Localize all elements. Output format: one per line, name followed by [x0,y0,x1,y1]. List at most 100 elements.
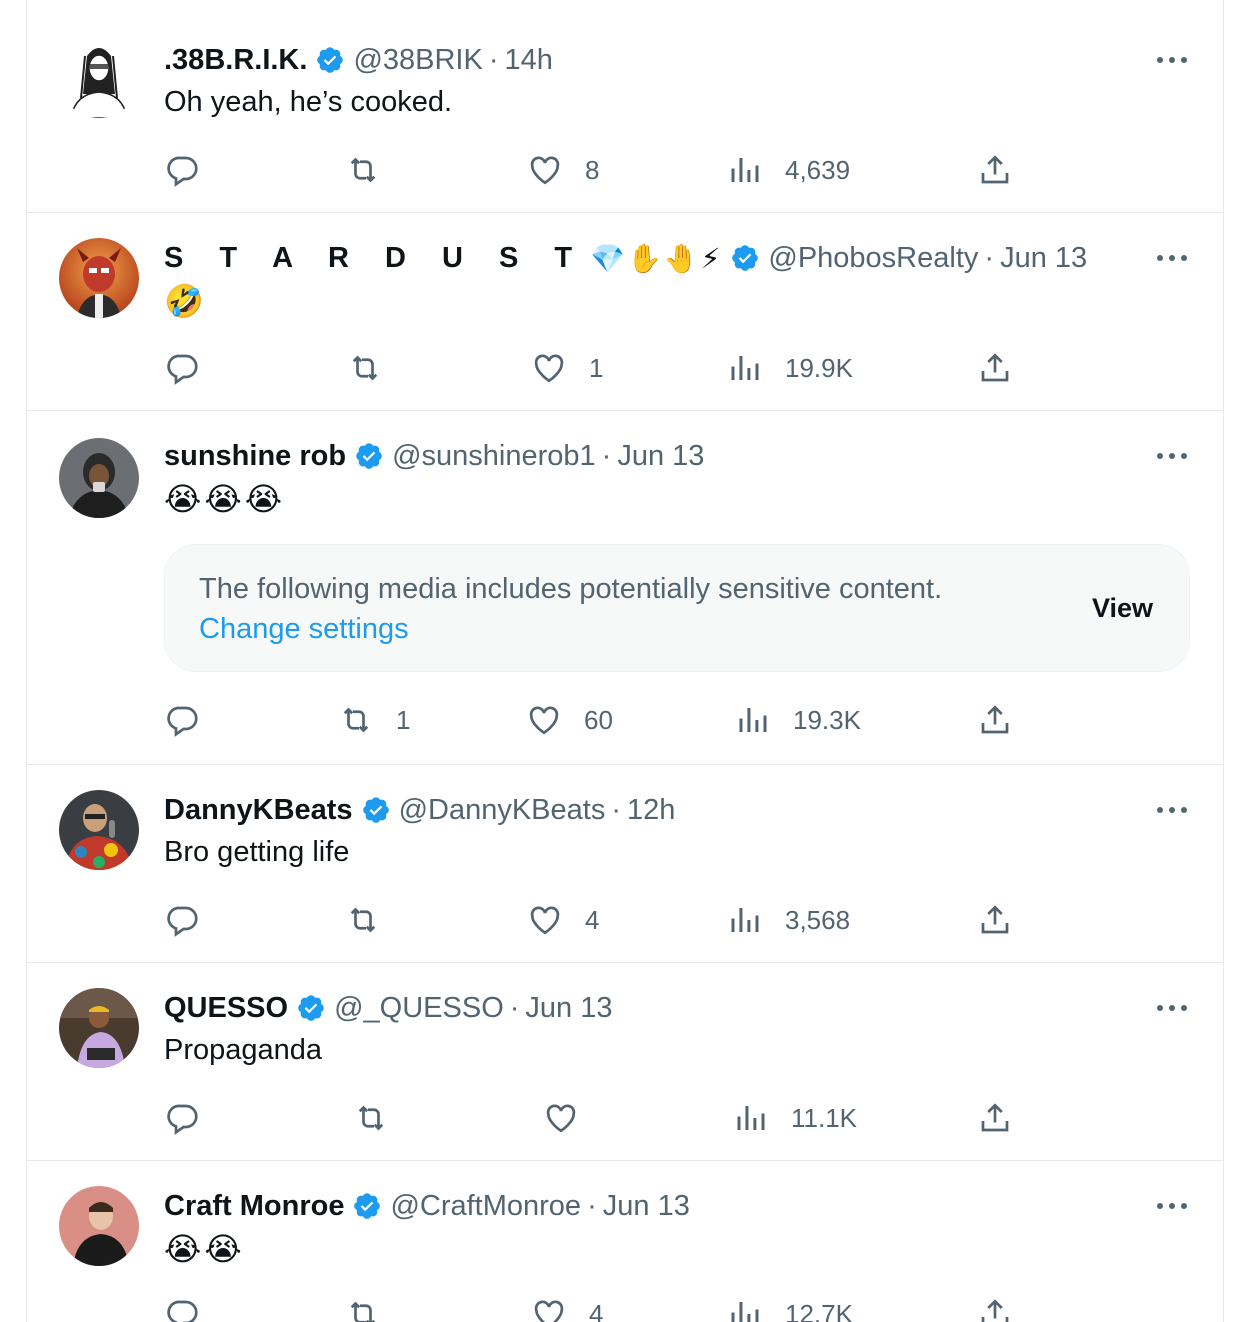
share-button[interactable] [977,1098,1013,1138]
timestamp[interactable]: 14h [505,44,553,77]
reply-icon [167,1300,198,1322]
change-settings-link[interactable]: Change settings [199,613,409,646]
tweet-actions: 4 12.7K [27,1294,1223,1322]
like-button[interactable]: 4 [527,900,599,940]
timestamp[interactable]: Jun 13 [603,1190,690,1223]
heart-icon [529,706,559,735]
reply-icon [167,354,198,385]
timestamp[interactable]: 12h [627,794,675,827]
display-name[interactable]: S T A R D U S T [164,242,586,275]
repost-button[interactable] [345,1294,403,1322]
like-button[interactable] [543,1098,601,1138]
views-button[interactable]: 11.1K [733,1098,857,1138]
sensitive-media-notice: The following media includes potentially… [164,544,1190,672]
tweet[interactable]: sunshine rob @sunshinerob1 · Jun 13 😭😭😭 … [27,410,1223,765]
repost-button[interactable] [347,348,405,388]
repost-icon [350,1301,376,1322]
verified-badge-icon [362,797,389,823]
tweet-actions: 4 3,568 [27,900,1223,940]
repost-icon [350,907,376,933]
reply-button[interactable] [164,348,222,388]
tweet[interactable]: QUESSO @_QUESSO · Jun 13 Propaganda 11.1… [27,962,1223,1161]
tweet[interactable]: Craft Monroe @CraftMonroe · Jun 13 😭😭 4 … [27,1160,1223,1322]
reply-button[interactable] [164,900,222,940]
more-options-icon[interactable] [1155,52,1189,68]
repost-icon [352,355,378,381]
share-button[interactable] [977,150,1013,190]
avatar[interactable] [59,38,139,118]
share-button[interactable] [977,700,1013,740]
tweet-emoji: 😭😭😭 [164,481,286,517]
user-handle[interactable]: @_QUESSO [334,992,504,1025]
user-handle[interactable]: @PhobosRealty [768,242,978,275]
share-icon [981,353,1009,382]
avatar[interactable] [59,1186,139,1266]
separator-dot: · [587,1189,597,1222]
user-handle[interactable]: @sunshinerob1 [392,440,596,473]
repost-button[interactable] [353,1098,411,1138]
tweet[interactable]: .38B.R.I.K. @38BRIK · 14h Oh yeah, he’s … [27,0,1223,213]
like-button[interactable]: 60 [526,700,613,740]
more-options-icon[interactable] [1155,250,1189,266]
views-button[interactable]: 3,568 [727,900,850,940]
repost-icon [358,1105,384,1131]
reply-button[interactable] [164,150,222,190]
photo-avatar-icon [59,438,139,518]
like-button[interactable]: 4 [531,1294,603,1322]
tweet-text: Propaganda [164,1034,323,1066]
user-handle[interactable]: @38BRIK [353,44,482,77]
reply-icon [167,1104,198,1135]
heart-icon [534,1300,564,1322]
avatar[interactable] [59,238,139,318]
user-handle[interactable]: @DannyKBeats [399,794,606,827]
tweet[interactable]: DannyKBeats @DannyKBeats · 12h Bro getti… [27,764,1223,963]
views-chart-icon [731,356,759,380]
like-count: 1 [589,352,604,383]
views-chart-icon [739,708,767,732]
reply-button[interactable] [164,700,222,740]
verified-badge-icon [317,47,344,73]
share-button[interactable] [977,900,1013,940]
tweet-text: Oh yeah, he’s cooked. [164,86,453,118]
views-button[interactable]: 12.7K [727,1294,853,1322]
reply-button[interactable] [164,1294,222,1322]
display-name[interactable]: sunshine rob [164,440,346,473]
tweet[interactable]: S T A R D U S T 💎✋🤚⚡ @PhobosRealty · Jun… [27,212,1223,411]
display-name[interactable]: Craft Monroe [164,1190,344,1223]
tweet-header: QUESSO @_QUESSO · Jun 13 [164,988,613,1028]
display-name[interactable]: DannyKBeats [164,794,353,827]
view-count: 12.7K [785,1298,853,1322]
view-count: 19.9K [785,352,853,383]
share-icon [981,155,1009,184]
separator-dot: · [601,439,612,472]
like-button[interactable]: 8 [527,150,599,190]
avatar[interactable] [59,988,139,1068]
timestamp[interactable]: Jun 13 [617,440,704,473]
share-button[interactable] [977,348,1013,388]
display-name[interactable]: QUESSO [164,992,288,1025]
repost-button[interactable] [345,150,403,190]
more-options-icon[interactable] [1155,448,1189,464]
reply-button[interactable] [164,1098,222,1138]
like-button[interactable]: 1 [531,348,603,388]
timestamp[interactable]: Jun 13 [525,992,612,1025]
display-name[interactable]: .38B.R.I.K. [164,44,307,77]
more-options-icon[interactable] [1155,1000,1189,1016]
views-button[interactable]: 19.3K [735,700,861,740]
more-options-icon[interactable] [1155,802,1189,818]
tweet-actions: 1 19.9K [27,348,1223,388]
user-handle[interactable]: @CraftMonroe [390,1190,581,1223]
share-button[interactable] [977,1294,1013,1322]
repost-button[interactable]: 1 [338,700,410,740]
avatar[interactable] [59,790,139,870]
views-button[interactable]: 4,639 [727,150,850,190]
timestamp[interactable]: Jun 13 [1000,242,1087,275]
views-button[interactable]: 19.9K [727,348,853,388]
like-count: 8 [585,154,600,185]
views-chart-icon [731,908,759,932]
separator-dot: · [611,793,622,826]
avatar[interactable] [59,438,139,518]
view-media-button[interactable]: View [1092,593,1153,624]
more-options-icon[interactable] [1155,1198,1189,1214]
repost-button[interactable] [345,900,403,940]
